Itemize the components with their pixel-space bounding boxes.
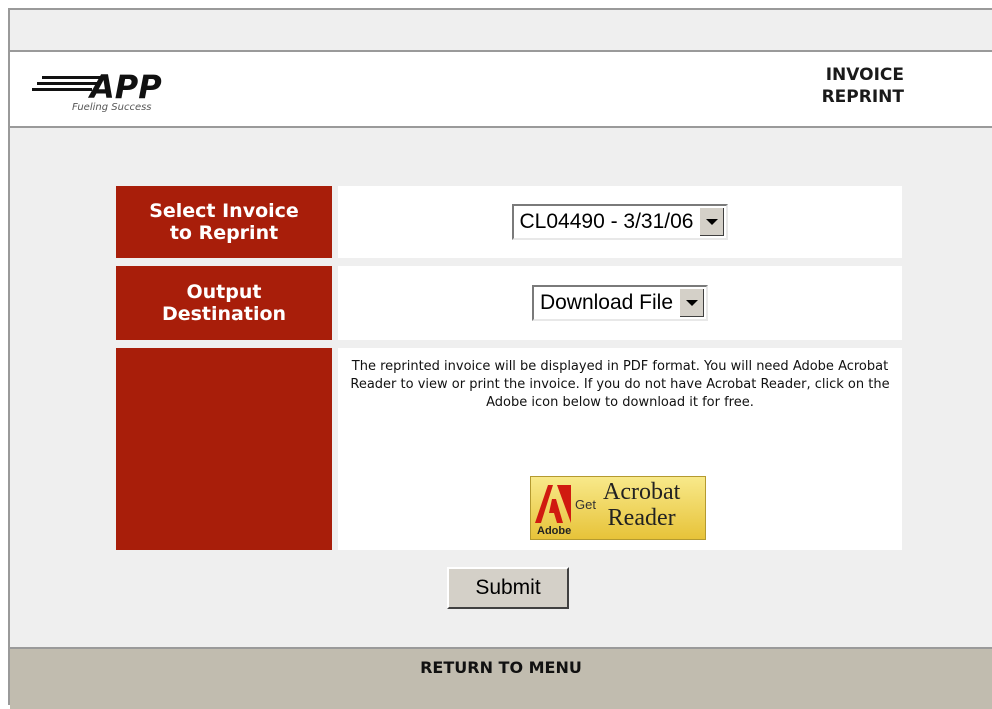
- invoice-label: Select Invoice to Reprint: [149, 200, 299, 244]
- output-value-cell: Download File: [338, 266, 902, 340]
- adobe-brand-text: Adobe: [537, 525, 572, 537]
- chevron-down-icon[interactable]: [679, 289, 705, 317]
- output-label-cell: Output Destination: [116, 266, 332, 340]
- submit-button[interactable]: Submit: [447, 567, 569, 609]
- logo-tagline: Fueling Success: [72, 102, 152, 113]
- output-select-value: Download File: [539, 291, 674, 314]
- invoice-label-cell: Select Invoice to Reprint: [116, 186, 332, 258]
- logo-wordmark: APP: [87, 68, 162, 106]
- top-band: [10, 10, 992, 52]
- output-destination-select[interactable]: Download File: [531, 285, 709, 321]
- get-acrobat-reader-badge[interactable]: Adobe Get Acrobat Reader: [530, 476, 706, 540]
- info-label-cell: [116, 348, 332, 550]
- adobe-icon: [535, 485, 571, 523]
- adobe-get-text: Get: [575, 497, 596, 512]
- invoice-value-cell: CL04490 - 3/31/06: [338, 186, 902, 258]
- invoice-select-value: CL04490 - 3/31/06: [519, 210, 694, 233]
- info-value-cell: The reprinted invoice will be displayed …: [338, 348, 902, 550]
- chevron-down-icon[interactable]: [699, 208, 725, 236]
- return-to-menu-link[interactable]: RETURN TO MENU: [10, 649, 992, 687]
- pdf-info-text: The reprinted invoice will be displayed …: [350, 359, 890, 410]
- page-title: INVOICE REPRINT: [821, 65, 904, 107]
- output-label: Output Destination: [161, 281, 287, 325]
- page-frame: APP Fueling Success INVOICE REPRINT Sele…: [8, 8, 992, 709]
- acrobat-reader-text: Acrobat Reader: [603, 479, 681, 531]
- footer-bar: RETURN TO MENU: [10, 647, 992, 709]
- page-header: APP Fueling Success INVOICE REPRINT: [10, 52, 992, 128]
- invoice-select[interactable]: CL04490 - 3/31/06: [511, 204, 729, 240]
